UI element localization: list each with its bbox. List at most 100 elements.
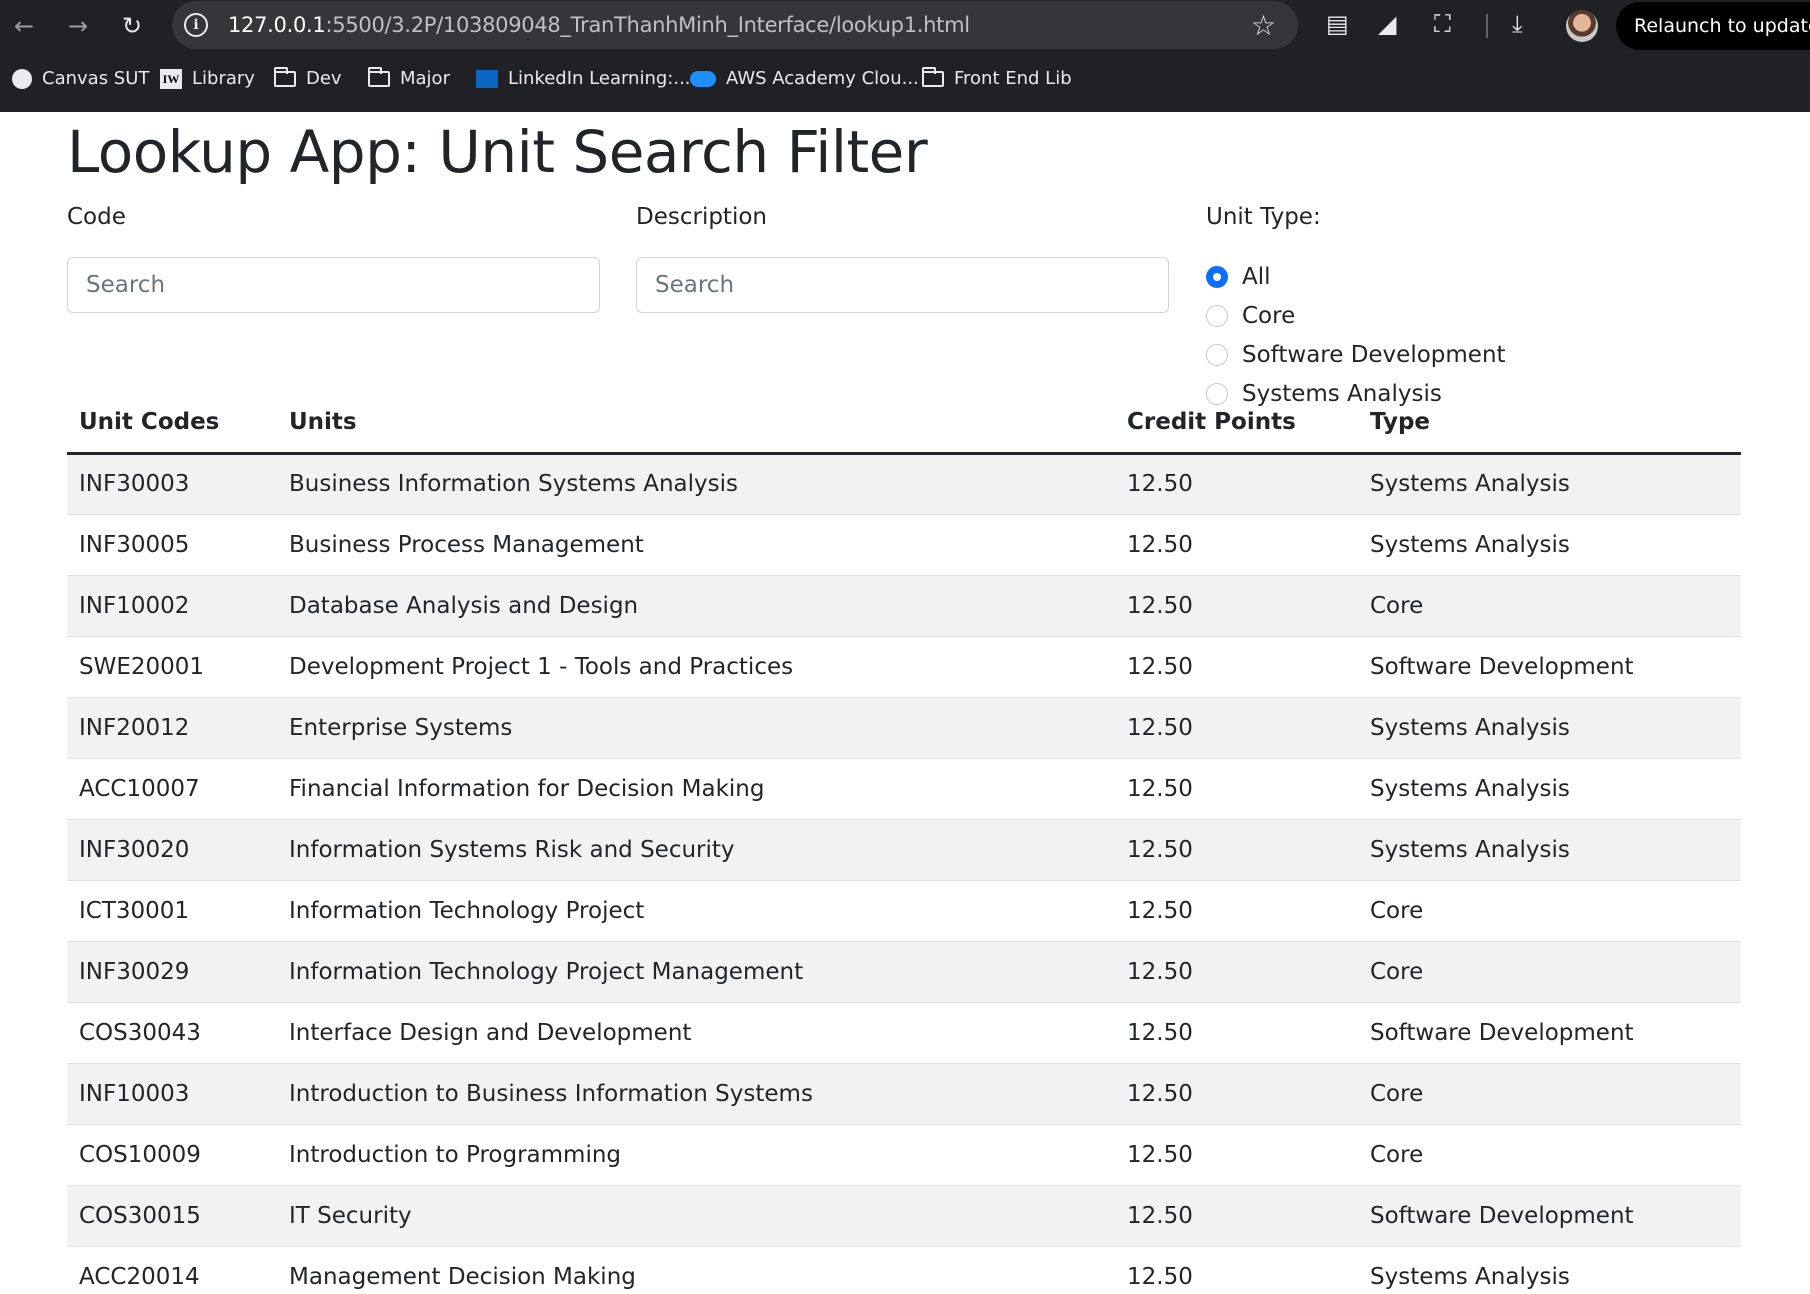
download-icon[interactable]: ⤓ [1512, 10, 1523, 38]
unit-type-label: Unit Type: [1206, 204, 1321, 230]
cell-unit-name: Development Project 1 - Tools and Practi… [277, 636, 1115, 698]
cell-type: Systems Analysis [1358, 514, 1741, 576]
radio-button-checked[interactable] [1206, 265, 1228, 288]
cell-credit-points: 12.50 [1115, 1246, 1358, 1294]
cell-unit-code: INF10003 [67, 1063, 277, 1125]
radio-all[interactable]: All [1206, 257, 1506, 296]
linkedin-icon [476, 69, 498, 88]
bookmark-item[interactable]: Canvas SUT [12, 68, 149, 89]
cell-unit-code: SWE20001 [67, 636, 277, 698]
page-content: Lookup App: Unit Search Filter Code Desc… [0, 112, 1810, 1294]
description-search-input[interactable] [636, 257, 1169, 313]
cell-unit-name: IT Security [277, 1185, 1115, 1247]
radio-software-development[interactable]: Software Development [1206, 335, 1506, 374]
table-row: INF30029 Information Technology Project M… [67, 941, 1741, 1003]
units-table-container: Unit Codes Units Credit Points Type INF3… [67, 393, 1741, 1294]
browser-chrome: ← → ↻ i 127.0.0.1:5500/3.2P/103809048_Tr… [0, 0, 1810, 112]
back-arrow-icon[interactable]: ← [8, 10, 40, 42]
browser-toolbar: ← → ↻ i 127.0.0.1:5500/3.2P/103809048_Tr… [0, 0, 1810, 52]
header-type: Type [1358, 393, 1741, 455]
relaunch-button[interactable]: Relaunch to update [1616, 2, 1810, 50]
cell-unit-code: INF10002 [67, 575, 277, 637]
cell-type: Core [1358, 1063, 1741, 1125]
cell-type: Systems Analysis [1358, 1246, 1741, 1294]
forward-arrow-icon[interactable]: → [62, 10, 94, 42]
address-bar[interactable]: i 127.0.0.1:5500/3.2P/103809048_TranThan… [172, 1, 1298, 49]
cell-type: Systems Analysis [1358, 453, 1741, 515]
reload-icon[interactable]: ↻ [116, 10, 148, 42]
table-row: SWE20001 Development Project 1 - Tools an… [67, 636, 1741, 698]
extension-icon[interactable]: ▤ [1326, 10, 1349, 38]
bookmark-item[interactable]: Front End Lib [922, 66, 1072, 89]
table-row: COS30015 IT Security 12.50 Software Develop… [67, 1185, 1741, 1247]
cell-unit-name: Database Analysis and Design [277, 575, 1115, 637]
radio-label[interactable]: All [1242, 264, 1271, 290]
puzzle-extensions-icon[interactable]: ⛶ [1434, 10, 1451, 38]
bookmark-label: Dev [306, 68, 342, 89]
url-host: 127.0.0.1 [228, 13, 326, 37]
units-table: Unit Codes Units Credit Points Type INF3… [67, 393, 1741, 1294]
table-row: INF30003 Business Information Systems Ana… [67, 453, 1741, 515]
table-row: INF10003 Introduction to Business Informa… [67, 1063, 1741, 1125]
cell-unit-code: COS30043 [67, 1002, 277, 1064]
header-unit-codes: Unit Codes [67, 393, 277, 455]
cell-type: Core [1358, 880, 1741, 942]
cell-type: Systems Analysis [1358, 697, 1741, 759]
radio-core[interactable]: Core [1206, 296, 1506, 335]
folder-icon [922, 66, 944, 87]
cell-unit-code: ACC20014 [67, 1246, 277, 1294]
header-credit-points: Credit Points [1115, 393, 1358, 455]
bookmark-item[interactable]: Dev [274, 66, 342, 89]
cell-credit-points: 12.50 [1115, 514, 1358, 576]
cell-credit-points: 12.50 [1115, 880, 1358, 942]
folder-icon [274, 66, 296, 87]
cell-type: Software Development [1358, 1185, 1741, 1247]
bookmark-item[interactable]: LinkedIn Learning:... [476, 68, 691, 89]
cell-type: Core [1358, 941, 1741, 1003]
bookmark-label: AWS Academy Clou... [726, 68, 919, 89]
cell-credit-points: 12.50 [1115, 453, 1358, 515]
cell-type: Systems Analysis [1358, 758, 1741, 820]
cell-type: Software Development [1358, 1002, 1741, 1064]
cell-unit-code: INF30029 [67, 941, 277, 1003]
table-row: COS30043 Interface Design and Development… [67, 1002, 1741, 1064]
cell-unit-name: Business Process Management [277, 514, 1115, 576]
toolbar-divider [1486, 14, 1488, 38]
cell-unit-name: Management Decision Making [277, 1246, 1115, 1294]
table-row: COS10009 Introduction to Programming 12.50… [67, 1124, 1741, 1186]
extension-icon[interactable]: ◢ [1378, 10, 1396, 38]
cell-credit-points: 12.50 [1115, 1002, 1358, 1064]
bookmark-star-icon[interactable]: ☆ [1251, 9, 1276, 42]
table-row: ACC20014 Management Decision Making 12.50 S… [67, 1246, 1741, 1294]
bookmark-item[interactable]: IW Library [160, 68, 255, 89]
folder-icon [368, 66, 390, 87]
radio-label[interactable]: Software Development [1242, 342, 1506, 368]
cell-type: Core [1358, 575, 1741, 637]
cell-unit-name: Information Technology Project [277, 880, 1115, 942]
page-title: Lookup App: Unit Search Filter [67, 118, 928, 186]
cell-unit-name: Information Technology Project Managemen… [277, 941, 1115, 1003]
url-text[interactable]: 127.0.0.1:5500/3.2P/103809048_TranThanhM… [228, 13, 970, 37]
bookmark-label: Library [192, 68, 255, 89]
table-row: INF10002 Database Analysis and Design 12.5… [67, 575, 1741, 637]
table-header-row: Unit Codes Units Credit Points Type [67, 393, 1741, 455]
table-row: INF20012 Enterprise Systems 12.50 Systems A… [67, 697, 1741, 759]
profile-avatar[interactable] [1566, 10, 1598, 42]
radio-button[interactable] [1206, 304, 1228, 327]
bookmark-item[interactable]: AWS Academy Clou... [690, 68, 919, 89]
code-search-input[interactable] [67, 257, 600, 313]
cell-unit-name: Introduction to Business Information Sys… [277, 1063, 1115, 1125]
radio-label[interactable]: Core [1242, 303, 1295, 329]
site-info-icon[interactable]: i [184, 13, 208, 37]
bookmark-item[interactable]: Major [368, 66, 450, 89]
code-label: Code [67, 204, 126, 230]
cell-unit-code: ICT30001 [67, 880, 277, 942]
bookmark-label: Front End Lib [954, 68, 1072, 89]
cell-unit-code: INF30003 [67, 453, 277, 515]
table-row: INF30020 Information Systems Risk and Sec… [67, 819, 1741, 881]
header-units: Units [277, 393, 1115, 455]
cloud-icon [690, 70, 716, 87]
table-row: ACC10007 Financial Information for Decisi… [67, 758, 1741, 820]
radio-button[interactable] [1206, 343, 1228, 366]
cell-unit-name: Enterprise Systems [277, 697, 1115, 759]
